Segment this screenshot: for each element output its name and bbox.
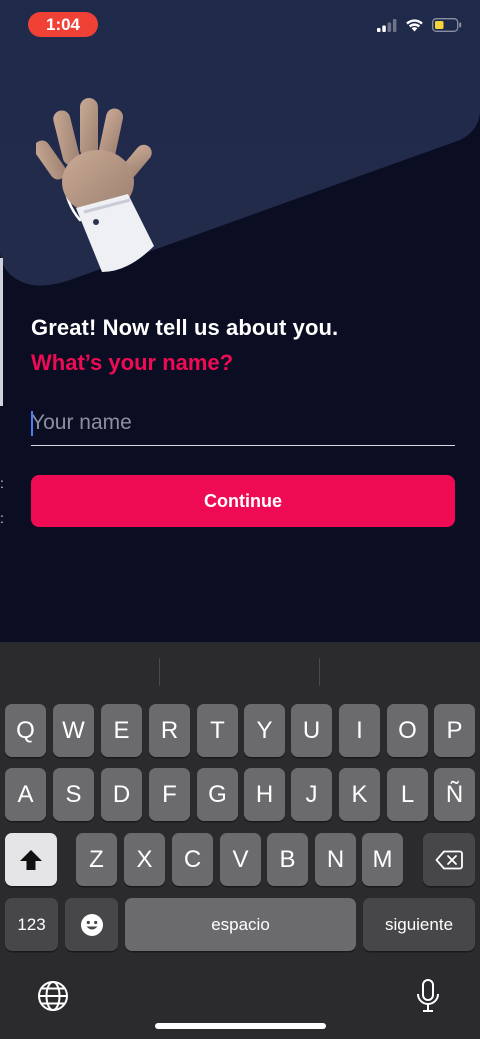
name-question: What’s your name?: [31, 350, 234, 375]
shift-arrow-icon: [20, 849, 42, 870]
key-b[interactable]: B: [267, 833, 308, 886]
key-h[interactable]: H: [244, 768, 285, 821]
page-title: Great! Now tell us about you.: [31, 315, 339, 340]
key-p[interactable]: P: [434, 704, 475, 757]
key-i[interactable]: I: [339, 704, 380, 757]
key-o[interactable]: O: [387, 704, 428, 757]
key-r[interactable]: R: [149, 704, 190, 757]
key-d[interactable]: D: [101, 768, 142, 821]
text-cursor: [31, 411, 33, 436]
key-l[interactable]: L: [387, 768, 428, 821]
key-w[interactable]: W: [53, 704, 94, 757]
key-q[interactable]: Q: [5, 704, 46, 757]
suggestion-divider: [319, 658, 320, 686]
home-indicator: [155, 1023, 326, 1029]
space-key[interactable]: espacio: [125, 898, 356, 951]
onboarding-content: Great! Now tell us about you. What’s you…: [31, 313, 455, 379]
continue-button[interactable]: Continue: [31, 475, 455, 527]
delete-key[interactable]: [423, 833, 475, 886]
key-k[interactable]: K: [339, 768, 380, 821]
key-c[interactable]: C: [172, 833, 213, 886]
wifi-icon: [406, 19, 423, 32]
key-j[interactable]: J: [291, 768, 332, 821]
name-field[interactable]: [31, 402, 455, 446]
numbers-key[interactable]: 123: [5, 898, 58, 951]
status-icons: [377, 16, 462, 34]
key-x[interactable]: X: [124, 833, 165, 886]
name-input[interactable]: [31, 402, 455, 444]
microphone-icon[interactable]: [414, 978, 442, 1014]
key-n-tilde[interactable]: Ñ: [434, 768, 475, 821]
key-g[interactable]: G: [197, 768, 238, 821]
cellular-signal-icon: [377, 18, 397, 32]
emoji-face-icon: [80, 913, 103, 936]
waving-hand-illustration: [36, 98, 154, 272]
key-z[interactable]: Z: [76, 833, 117, 886]
edge-glyph: :: [0, 510, 4, 526]
status-time: 1:04: [28, 12, 98, 37]
emoji-key[interactable]: [65, 898, 118, 951]
key-t[interactable]: T: [197, 704, 238, 757]
key-a[interactable]: A: [5, 768, 46, 821]
key-s[interactable]: S: [53, 768, 94, 821]
key-f[interactable]: F: [149, 768, 190, 821]
key-n[interactable]: N: [315, 833, 356, 886]
globe-icon[interactable]: [37, 980, 69, 1012]
key-m[interactable]: M: [362, 833, 403, 886]
suggestion-divider: [159, 658, 160, 686]
status-bar: 1:04: [0, 0, 480, 48]
return-key[interactable]: siguiente: [363, 898, 475, 951]
key-y[interactable]: Y: [244, 704, 285, 757]
suggestion-bar: [0, 642, 480, 698]
battery-icon: [432, 18, 462, 32]
edge-divider: [0, 258, 3, 406]
backspace-icon: [435, 850, 463, 869]
key-u[interactable]: U: [291, 704, 332, 757]
key-e[interactable]: E: [101, 704, 142, 757]
edge-glyph: :: [0, 475, 4, 491]
shift-key[interactable]: [5, 833, 57, 886]
key-v[interactable]: V: [220, 833, 261, 886]
